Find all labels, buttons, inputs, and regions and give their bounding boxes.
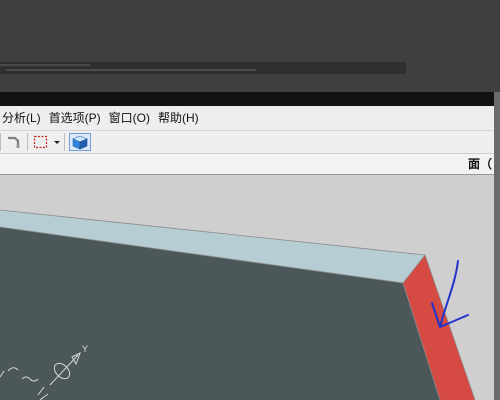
- window-edge: [494, 92, 500, 400]
- background-text-line: [6, 69, 256, 71]
- command-icon[interactable]: [5, 134, 23, 150]
- menu-bar: 分析(L) 首选项(P) 窗口(O) 帮助(H): [0, 106, 494, 131]
- background-text-line: [0, 64, 90, 66]
- axis-y-label: Y: [82, 344, 88, 354]
- title-bar: [0, 92, 494, 106]
- nx-application-window: 分析(L) 首选项(P) 窗口(O) 帮助(H) 面（ Y: [0, 92, 494, 400]
- desktop-background: [0, 0, 500, 92]
- toolbar-separator: [0, 133, 1, 151]
- menu-analysis[interactable]: 分析(L): [0, 106, 45, 130]
- toolbar-separator: [27, 133, 28, 151]
- menu-help[interactable]: 帮助(H): [154, 106, 203, 130]
- shaded-cube-icon[interactable]: [69, 133, 91, 151]
- panel-header: 面（: [0, 154, 494, 175]
- toolbar-separator: [64, 133, 65, 151]
- menu-preferences[interactable]: 首选项(P): [45, 106, 105, 130]
- dropdown-arrow-icon[interactable]: [53, 134, 61, 150]
- background-window-strip: [0, 62, 406, 74]
- menu-window[interactable]: 窗口(O): [105, 106, 154, 130]
- panel-title: 面（: [467, 157, 492, 171]
- selection-box-icon[interactable]: [32, 134, 50, 150]
- toolbar: [0, 131, 494, 154]
- graphics-viewport[interactable]: Y: [0, 175, 494, 400]
